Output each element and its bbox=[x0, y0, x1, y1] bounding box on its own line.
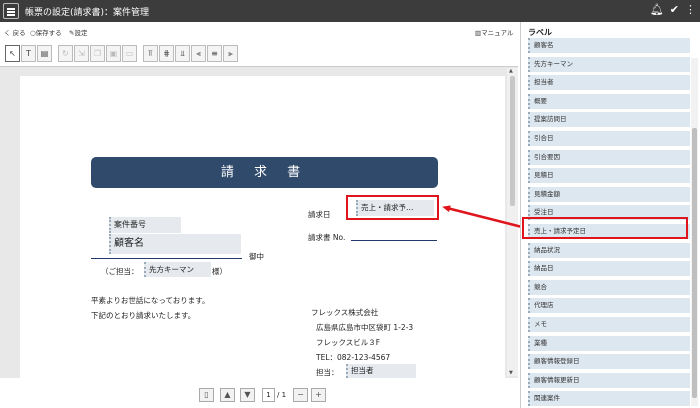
label-item[interactable]: 納品状況 bbox=[528, 242, 690, 258]
zoom-out-icon[interactable]: − bbox=[293, 388, 308, 402]
label-item[interactable]: 担当者 bbox=[528, 75, 690, 91]
label-item[interactable]: 概要 bbox=[528, 93, 690, 109]
label-item[interactable]: 業種 bbox=[528, 335, 690, 351]
label-item[interactable]: 引合要因 bbox=[528, 149, 690, 165]
label-item[interactable]: 引合日 bbox=[528, 131, 690, 146]
label-item[interactable]: 納品日 bbox=[528, 261, 690, 277]
label-item[interactable]: 見積日 bbox=[528, 168, 690, 184]
label-item[interactable]: 関連案件 bbox=[528, 391, 690, 407]
panel-toggle-icon[interactable]: ▯ bbox=[199, 388, 214, 402]
prev-page-icon[interactable]: ▲ bbox=[220, 388, 235, 402]
page-total: / 1 bbox=[277, 391, 287, 399]
zoom-in-icon[interactable]: + bbox=[311, 388, 326, 402]
label-item[interactable]: 顧客情報更新日 bbox=[528, 372, 690, 388]
label-item[interactable]: 代理店 bbox=[528, 298, 690, 314]
next-page-icon[interactable]: ▼ bbox=[240, 388, 255, 402]
label-item[interactable]: 競合 bbox=[528, 279, 690, 295]
label-item[interactable]: 先方キーマン bbox=[528, 56, 690, 72]
label-item[interactable]: 提案訪問日 bbox=[528, 112, 690, 128]
panel-title: ラベル bbox=[528, 28, 552, 37]
label-item[interactable]: 顧客名 bbox=[528, 38, 690, 53]
label-item[interactable]: 顧客情報登録日 bbox=[528, 354, 690, 370]
panel-scroll-thumb[interactable] bbox=[692, 128, 697, 398]
pager-bar: ▯ ▲ ▼ 1 / 1 − + bbox=[0, 382, 520, 408]
label-item[interactable]: 見積金額 bbox=[528, 186, 690, 202]
page-input[interactable]: 1 bbox=[262, 388, 275, 402]
panel-scrollbar[interactable] bbox=[691, 58, 698, 406]
label-item[interactable]: メモ bbox=[528, 317, 690, 332]
selected-label-highlight bbox=[522, 217, 688, 239]
